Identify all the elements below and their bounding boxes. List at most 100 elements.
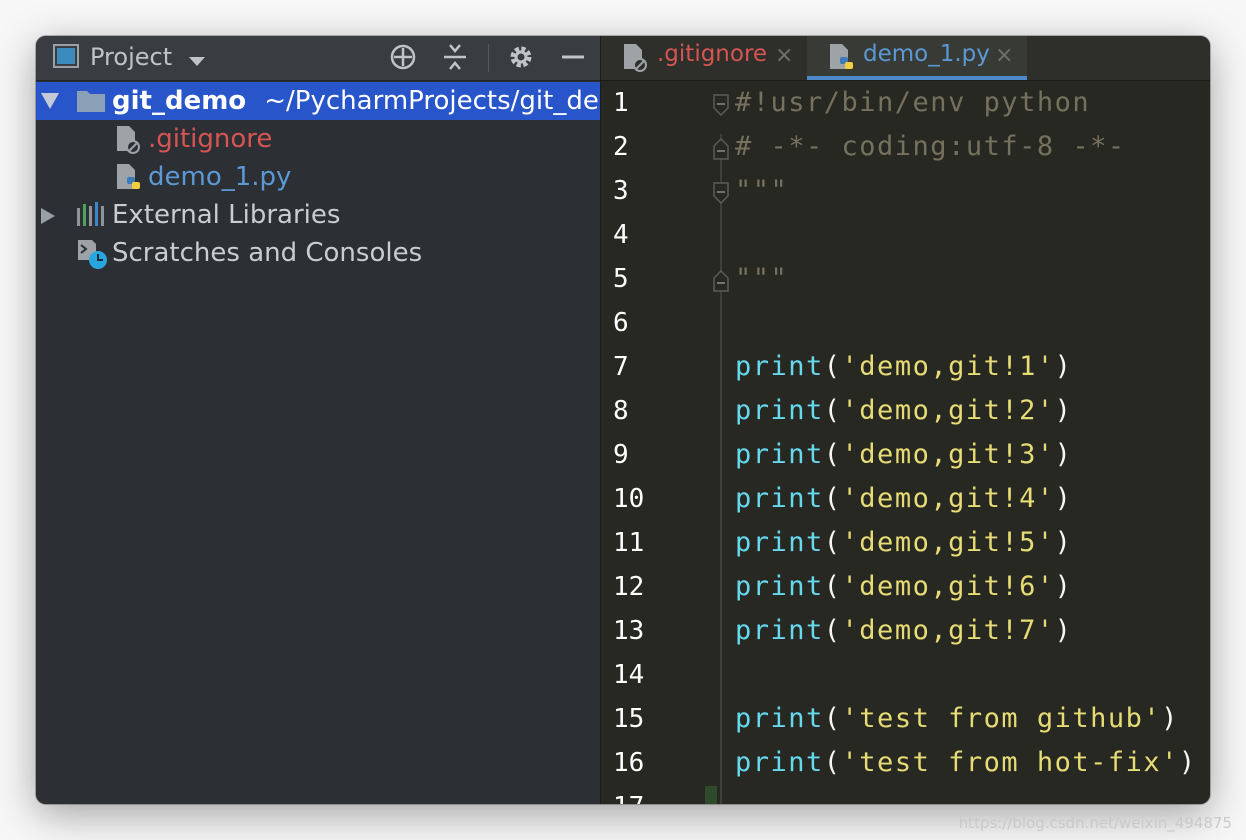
code-line-15[interactable]: print('test from github') <box>735 703 1179 734</box>
code-paren: ) <box>1054 615 1073 646</box>
code-function: print <box>735 395 824 426</box>
line-number: 8 <box>613 396 629 426</box>
code-editor[interactable]: .gitignore × demo_1.py × 1 2 3 4 5 6 7 8… <box>600 36 1210 804</box>
code-string: 'demo,git!4' <box>841 483 1055 514</box>
tab-label: .gitignore <box>657 41 768 67</box>
tree-item-label: Scratches and Consoles <box>112 238 423 268</box>
code-paren: ) <box>1054 483 1073 514</box>
ide-window: Project git_demo ~/PycharmProjects/git_d… <box>36 36 1210 804</box>
collapse-all-icon[interactable] <box>440 42 470 76</box>
code-function: print <box>735 747 824 778</box>
fold-marker-icon[interactable] <box>713 269 729 296</box>
expand-arrow-icon[interactable] <box>40 92 60 114</box>
line-number: 3 <box>613 176 629 206</box>
project-view-selector[interactable]: Project <box>90 43 172 71</box>
code-paren: ) <box>1178 747 1197 778</box>
tree-item-gitignore[interactable]: .gitignore <box>36 120 600 158</box>
code-string: 'demo,git!2' <box>841 395 1055 426</box>
tree-item-label: git_demo ~/PycharmProjects/git_demo <box>112 86 640 116</box>
line-number: 15 <box>613 704 645 734</box>
project-panel: Project git_demo ~/PycharmProjects/git_d… <box>36 36 640 804</box>
code-paren: ( <box>823 351 842 382</box>
project-name: git_demo <box>112 86 247 116</box>
python-file-icon <box>827 42 855 76</box>
code-line-12[interactable]: print('demo,git!6') <box>735 571 1072 602</box>
fold-marker-icon[interactable] <box>713 182 729 208</box>
line-number: 16 <box>613 748 645 778</box>
code-area[interactable]: 1 2 3 4 5 6 7 8 9 10 11 12 13 14 15 16 1… <box>601 82 1210 804</box>
gear-icon[interactable] <box>506 42 536 76</box>
folder-icon <box>76 86 106 118</box>
tree-item-label: External Libraries <box>112 200 341 230</box>
code-function: print <box>735 527 824 558</box>
ignored-file-icon <box>114 124 142 158</box>
code-line-5[interactable]: """ <box>735 263 788 294</box>
project-path: ~/PycharmProjects/git_demo <box>264 86 641 116</box>
code-line-2[interactable]: # -*- coding:utf-8 -*- <box>735 131 1126 162</box>
project-panel-header: Project <box>36 36 600 81</box>
code-paren: ( <box>823 747 842 778</box>
code-paren: ) <box>1054 571 1073 602</box>
tree-item-demo-1-py[interactable]: demo_1.py <box>36 158 600 196</box>
code-function: print <box>735 439 824 470</box>
minimize-icon[interactable] <box>558 42 588 76</box>
code-paren: ) <box>1054 527 1073 558</box>
line-number: 12 <box>613 572 645 602</box>
tree-item-git-demo[interactable]: git_demo ~/PycharmProjects/git_demo <box>36 82 640 120</box>
code-paren: ( <box>823 571 842 602</box>
code-line-8[interactable]: print('demo,git!2') <box>735 395 1072 426</box>
fold-marker-icon[interactable] <box>713 137 729 164</box>
line-number: 4 <box>613 220 629 250</box>
tree-item-scratches-and-consoles[interactable]: Scratches and Consoles <box>36 234 600 272</box>
fold-marker-icon[interactable] <box>713 94 729 120</box>
line-number: 7 <box>613 352 629 382</box>
line-number: 10 <box>613 484 645 514</box>
code-paren: ( <box>823 483 842 514</box>
libraries-icon <box>76 200 106 232</box>
close-tab-icon[interactable]: × <box>775 43 793 68</box>
line-number: 5 <box>613 264 629 294</box>
line-number: 9 <box>613 440 629 470</box>
code-paren: ( <box>823 439 842 470</box>
chevron-down-icon[interactable] <box>188 53 206 72</box>
close-tab-icon[interactable]: × <box>995 43 1013 68</box>
code-paren: ) <box>1054 439 1073 470</box>
tree-item-label: .gitignore <box>148 124 273 154</box>
line-number: 6 <box>613 308 629 338</box>
tab-demo-1-py[interactable]: demo_1.py × <box>807 36 1027 80</box>
code-line-1[interactable]: #!usr/bin/env python <box>735 87 1090 118</box>
code-paren: ( <box>823 395 842 426</box>
code-string: 'demo,git!6' <box>841 571 1055 602</box>
locate-icon[interactable] <box>388 42 418 76</box>
python-file-icon <box>114 162 142 196</box>
line-number: 14 <box>613 660 645 690</box>
tab-label: demo_1.py <box>863 41 990 67</box>
code-line-11[interactable]: print('demo,git!5') <box>735 527 1072 558</box>
code-line-10[interactable]: print('demo,git!4') <box>735 483 1072 514</box>
code-line-13[interactable]: print('demo,git!7') <box>735 615 1072 646</box>
vcs-change-marker[interactable] <box>705 786 717 804</box>
code-function: print <box>735 615 824 646</box>
code-line-16[interactable]: print('test from hot-fix') <box>735 747 1197 778</box>
code-paren: ) <box>1054 395 1073 426</box>
code-string: 'demo,git!3' <box>841 439 1055 470</box>
watermark: https://blog.csdn.net/weixin_494875 <box>958 814 1232 832</box>
code-string: 'demo,git!5' <box>841 527 1055 558</box>
code-string: 'demo,git!7' <box>841 615 1055 646</box>
tab-gitignore[interactable]: .gitignore × <box>601 36 807 80</box>
code-line-9[interactable]: print('demo,git!3') <box>735 439 1072 470</box>
code-paren: ) <box>1054 351 1073 382</box>
code-line-7[interactable]: print('demo,git!1') <box>735 351 1072 382</box>
code-paren: ( <box>823 527 842 558</box>
line-number: 13 <box>613 616 645 646</box>
tree-item-external-libraries[interactable]: External Libraries <box>36 196 600 234</box>
code-paren: ( <box>823 615 842 646</box>
code-line-3[interactable]: """ <box>735 175 788 206</box>
code-function: print <box>735 483 824 514</box>
code-string: 'demo,git!1' <box>841 351 1055 382</box>
active-tab-indicator <box>807 76 1027 80</box>
code-function: print <box>735 571 824 602</box>
toolbar-separator <box>488 44 489 72</box>
collapsed-arrow-icon[interactable] <box>40 207 56 229</box>
ignored-file-icon <box>621 42 649 76</box>
